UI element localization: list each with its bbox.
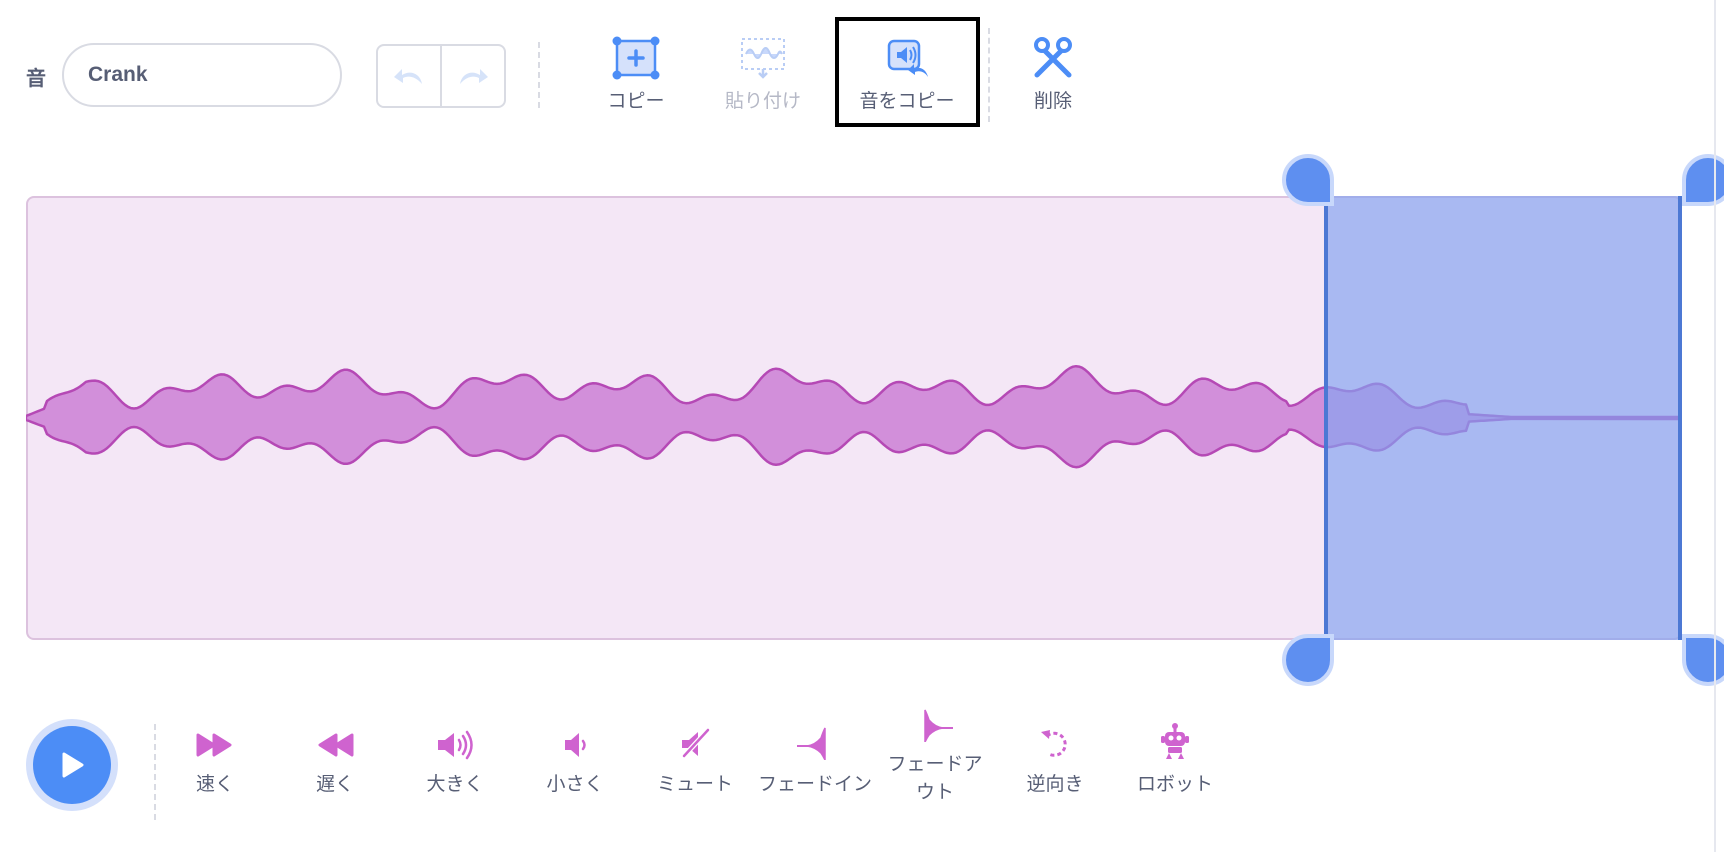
trim-selection[interactable] <box>1324 196 1682 640</box>
robot-icon <box>1161 723 1189 759</box>
effect-slower-label: 遅く <box>315 773 354 795</box>
copy-to-new-icon <box>887 39 928 77</box>
sound-name-label: 音 <box>26 66 46 90</box>
paste-label: 貼り付け <box>724 90 801 112</box>
delete-button[interactable]: 削除 <box>993 34 1113 113</box>
effect-robot[interactable]: ロボット <box>1115 716 1235 798</box>
louder-icon <box>438 730 473 760</box>
reverse-icon <box>1041 730 1067 757</box>
mute-icon <box>682 728 710 758</box>
effect-robot-label: ロボット <box>1136 773 1213 795</box>
effect-fade-out[interactable]: フェードアウト <box>875 709 995 806</box>
rewind-icon <box>318 733 354 757</box>
effect-mute[interactable]: ミュート <box>635 716 755 798</box>
scissors-icon <box>1034 37 1072 78</box>
effect-softer[interactable]: 小さく <box>515 716 635 798</box>
effect-reverse-label: 逆向き <box>1026 773 1084 795</box>
toolbar-divider <box>538 42 540 108</box>
undo-button[interactable] <box>378 46 440 106</box>
play-button[interactable] <box>26 719 118 811</box>
effect-reverse[interactable]: 逆向き <box>995 716 1115 798</box>
fast-forward-icon <box>196 733 232 757</box>
effect-louder[interactable]: 大きく <box>395 716 515 798</box>
copy-button[interactable]: コピー <box>576 34 696 113</box>
effect-fade-in[interactable]: フェードイン <box>755 716 875 798</box>
effect-fade-out-label: フェードアウト <box>887 753 983 803</box>
selection-start-handle-top[interactable] <box>1282 154 1334 206</box>
fade-out-icon <box>924 709 953 742</box>
effect-faster-label: 速く <box>195 773 234 795</box>
redo-icon <box>460 69 488 84</box>
redo-button[interactable] <box>440 46 504 106</box>
paste-button[interactable]: 貼り付け <box>703 34 823 113</box>
copy-icon <box>612 36 660 80</box>
softer-icon <box>565 733 586 757</box>
effect-softer-label: 小さく <box>546 773 604 795</box>
copy-to-new-label: 音をコピー <box>859 90 955 112</box>
effect-fade-in-label: フェードイン <box>757 773 872 795</box>
play-icon <box>62 752 84 778</box>
copy-label: コピー <box>607 90 665 112</box>
copy-to-new-button[interactable]: 音をコピー <box>847 34 967 113</box>
effect-faster[interactable]: 速く <box>155 716 275 798</box>
effect-slower[interactable]: 遅く <box>275 716 395 798</box>
effect-mute-label: ミュート <box>656 773 733 795</box>
toolbar-divider-2 <box>988 28 990 122</box>
delete-label: 削除 <box>1033 90 1072 112</box>
effect-louder-label: 大きく <box>426 773 484 795</box>
undo-icon <box>394 69 422 84</box>
selection-end-handle-top[interactable] <box>1682 154 1724 206</box>
fade-in-icon <box>797 727 826 760</box>
sound-name-input[interactable]: Crank <box>62 43 342 107</box>
selection-start-handle-bottom[interactable] <box>1282 634 1334 686</box>
panel-edge <box>1714 0 1716 852</box>
undo-redo-group <box>376 44 506 108</box>
paste-icon <box>741 38 785 79</box>
selection-end-handle-bottom[interactable] <box>1682 634 1724 686</box>
